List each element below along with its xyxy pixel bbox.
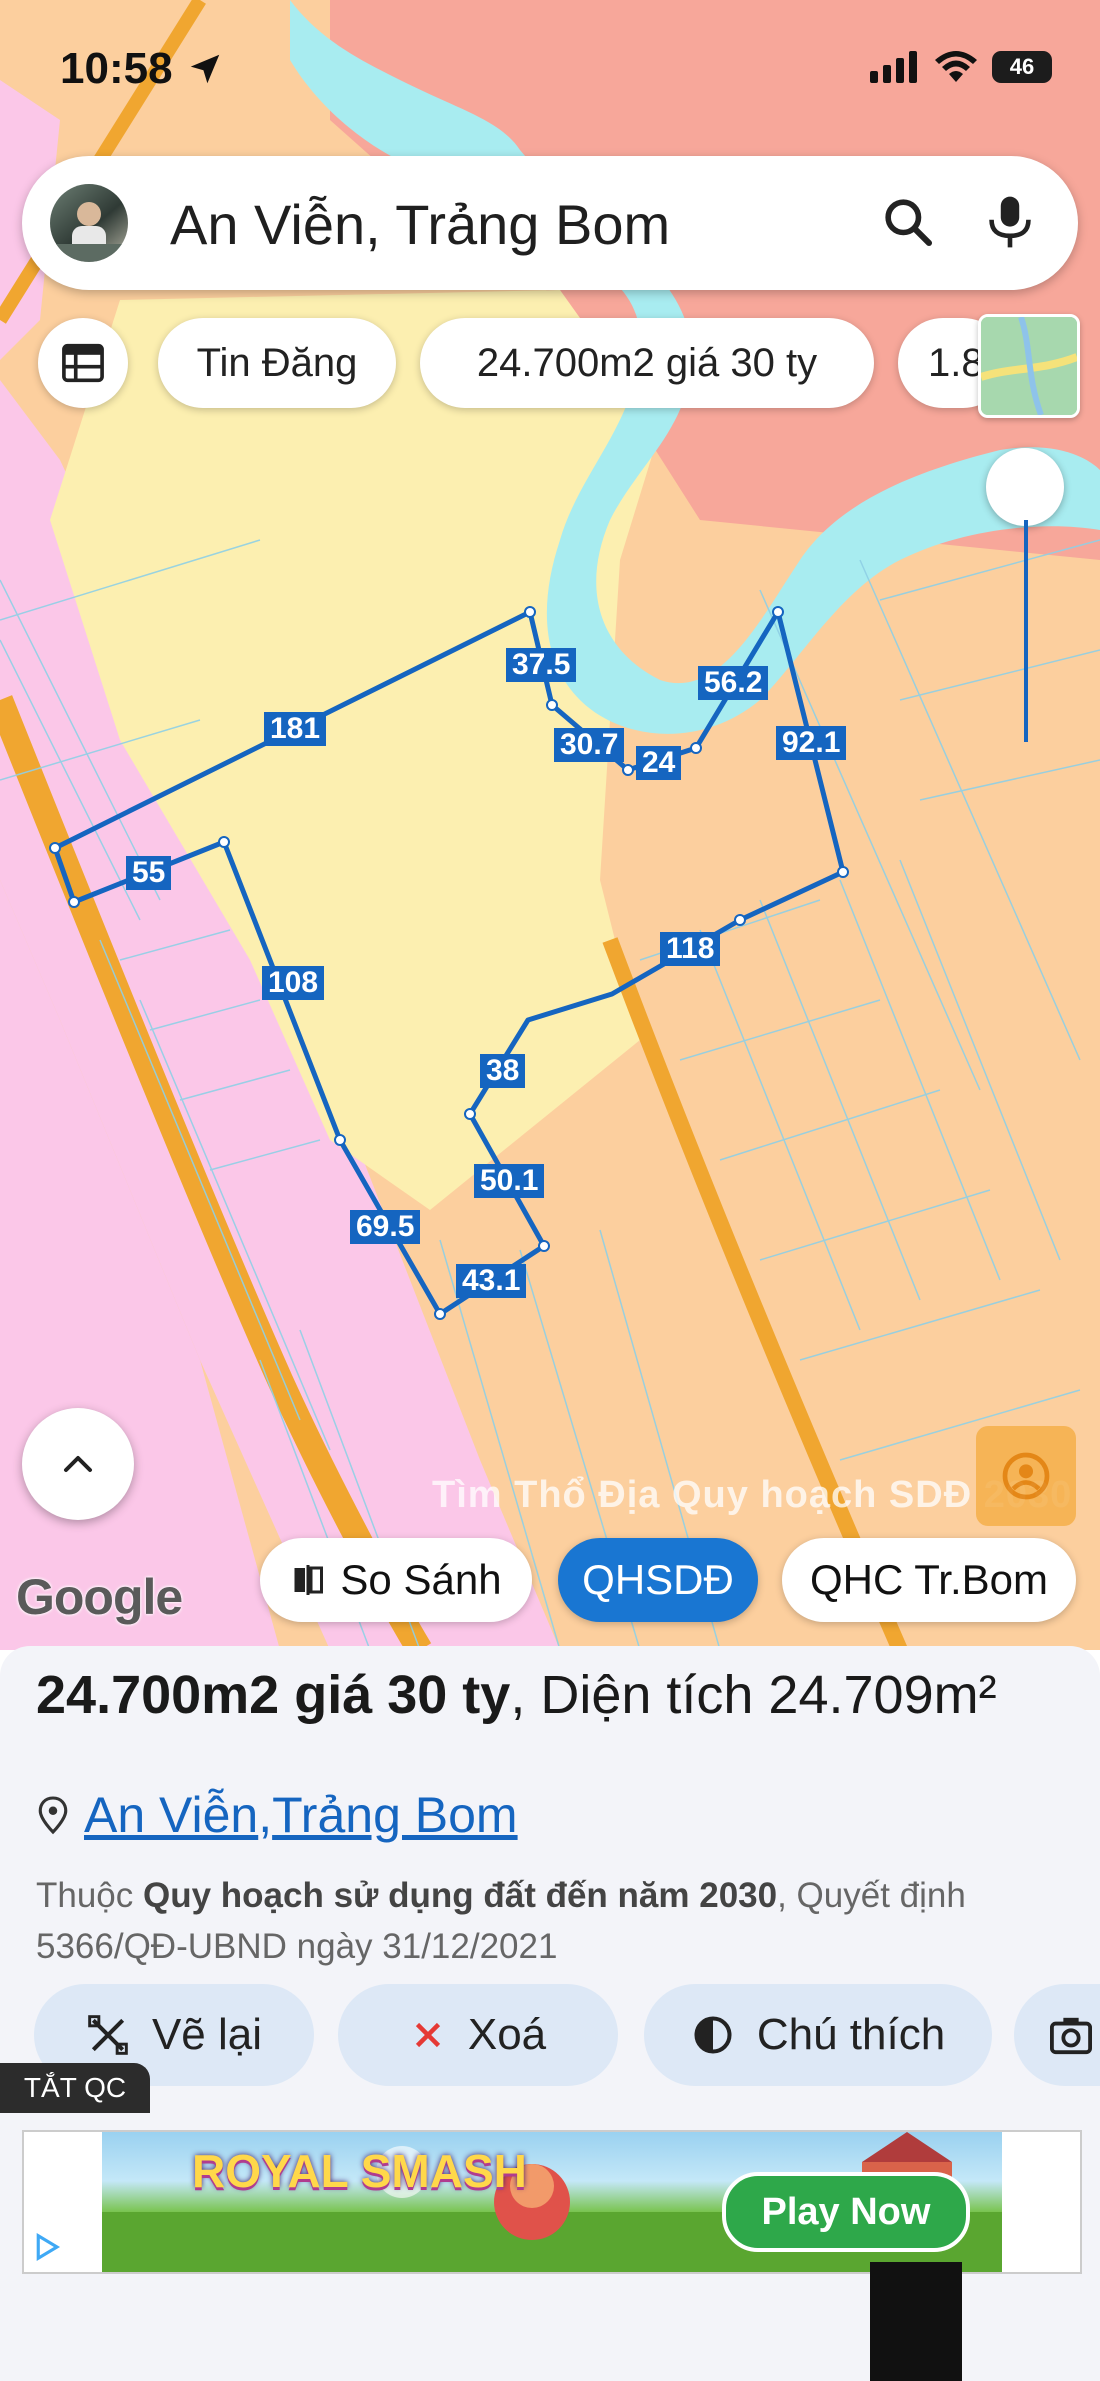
map-layer-thumbnail[interactable] <box>978 314 1080 418</box>
compare-icon <box>294 1565 324 1595</box>
edge-label-92-1: 92.1 <box>776 726 847 760</box>
ad-choices-icon[interactable] <box>32 2232 62 2262</box>
clock: 10:58 <box>60 44 173 93</box>
edge-label-69-5: 69.5 <box>350 1210 421 1244</box>
close-icon <box>415 2022 440 2048</box>
wifi-icon <box>935 51 977 82</box>
edge-label-30-7: 30.7 <box>554 728 625 762</box>
ad-play-now-button[interactable]: Play Now <box>722 2172 970 2252</box>
contrast-icon <box>694 2016 732 2054</box>
edge-label-24: 24 <box>636 746 682 780</box>
avatar[interactable] <box>50 184 128 262</box>
desc-prefix: Thuộc <box>36 1876 143 1915</box>
site-badge <box>870 2262 962 2381</box>
compare-label: So Sánh <box>340 1556 502 1603</box>
edge-label-38: 38 <box>480 1054 526 1088</box>
person-pin-icon <box>1002 1452 1050 1500</box>
battery-indicator: 46 <box>992 51 1052 83</box>
table-view-button[interactable] <box>38 318 128 408</box>
expand-button[interactable] <box>22 1408 134 1520</box>
qhc-button[interactable]: QHC Tr.Bom <box>782 1538 1076 1622</box>
opacity-slider-handle[interactable] <box>986 448 1064 526</box>
chevron-up-icon <box>64 1456 92 1472</box>
ad-image[interactable]: ROYAL SMASH Play Now <box>102 2132 1002 2272</box>
location-pin-icon <box>38 1796 68 1835</box>
location-arrow-icon <box>190 54 220 84</box>
ad-game-logo: ROYAL SMASH <box>192 2145 527 2197</box>
district-link[interactable]: Trảng Bom <box>272 1786 517 1844</box>
status-icons: 46 <box>870 50 1052 84</box>
chip-selected-listing[interactable]: 24.700m2 giá 30 ty <box>420 318 874 408</box>
edge-label-55: 55 <box>126 856 172 890</box>
edge-label-118: 118 <box>660 932 721 966</box>
redraw-icon <box>88 2015 128 2055</box>
listing-title: 24.700m2 giá 30 ty, Diện tích 24.709m² <box>36 1668 1066 1722</box>
google-attribution: Google <box>16 1569 183 1625</box>
delete-button[interactable]: Xoá <box>338 1984 618 2086</box>
commune-link[interactable]: An Viễn <box>84 1786 258 1844</box>
edge-label-181: 181 <box>264 712 327 746</box>
compare-button[interactable]: So Sánh <box>260 1538 532 1622</box>
edge-label-43-1: 43.1 <box>456 1264 527 1298</box>
qhsdd-button[interactable]: QHSDĐ <box>558 1538 758 1622</box>
search-input[interactable]: An Viễn, Trảng Bom <box>170 192 670 257</box>
listing-title-bold: 24.700m2 giá 30 ty <box>36 1665 511 1725</box>
listing-area: , Diện tích 24.709m² <box>510 1665 997 1725</box>
edge-label-56-2: 56.2 <box>698 666 769 700</box>
location-row: An Viễn, Trảng Bom <box>36 1786 518 1844</box>
hide-ads-button[interactable]: TẮT QC <box>0 2063 150 2113</box>
opacity-slider-track[interactable] <box>1024 520 1028 742</box>
camera-icon <box>1050 2017 1092 2055</box>
chip-tin-dang[interactable]: Tin Đăng <box>158 318 396 408</box>
microphone-icon[interactable] <box>982 192 1038 252</box>
search-icon[interactable] <box>880 194 936 250</box>
desc-plan: Quy hoạch sử dụng đất đến năm 2030 <box>143 1876 778 1915</box>
cellular-signal-icon <box>870 51 917 83</box>
locate-land-button[interactable] <box>976 1426 1076 1526</box>
table-icon <box>62 343 104 383</box>
edge-label-108: 108 <box>262 966 325 1000</box>
edge-label-37-5: 37.5 <box>506 648 577 682</box>
location-separator: , <box>258 1787 273 1843</box>
legend-label: Chú thích <box>756 2010 946 2059</box>
edge-label-50-1: 50.1 <box>474 1164 545 1198</box>
redraw-label: Vẽ lại <box>151 2010 263 2059</box>
delete-label: Xoá <box>467 2010 547 2059</box>
ad-banner[interactable]: ROYAL SMASH Play Now <box>22 2130 1082 2274</box>
plan-description: Thuộc Quy hoạch sử dụng đất đến năm 2030… <box>36 1870 1076 1972</box>
legend-button[interactable]: Chú thích <box>644 1984 992 2086</box>
status-bar: 10:58 46 <box>0 0 1100 130</box>
search-bar[interactable]: An Viễn, Trảng Bom <box>22 156 1078 290</box>
